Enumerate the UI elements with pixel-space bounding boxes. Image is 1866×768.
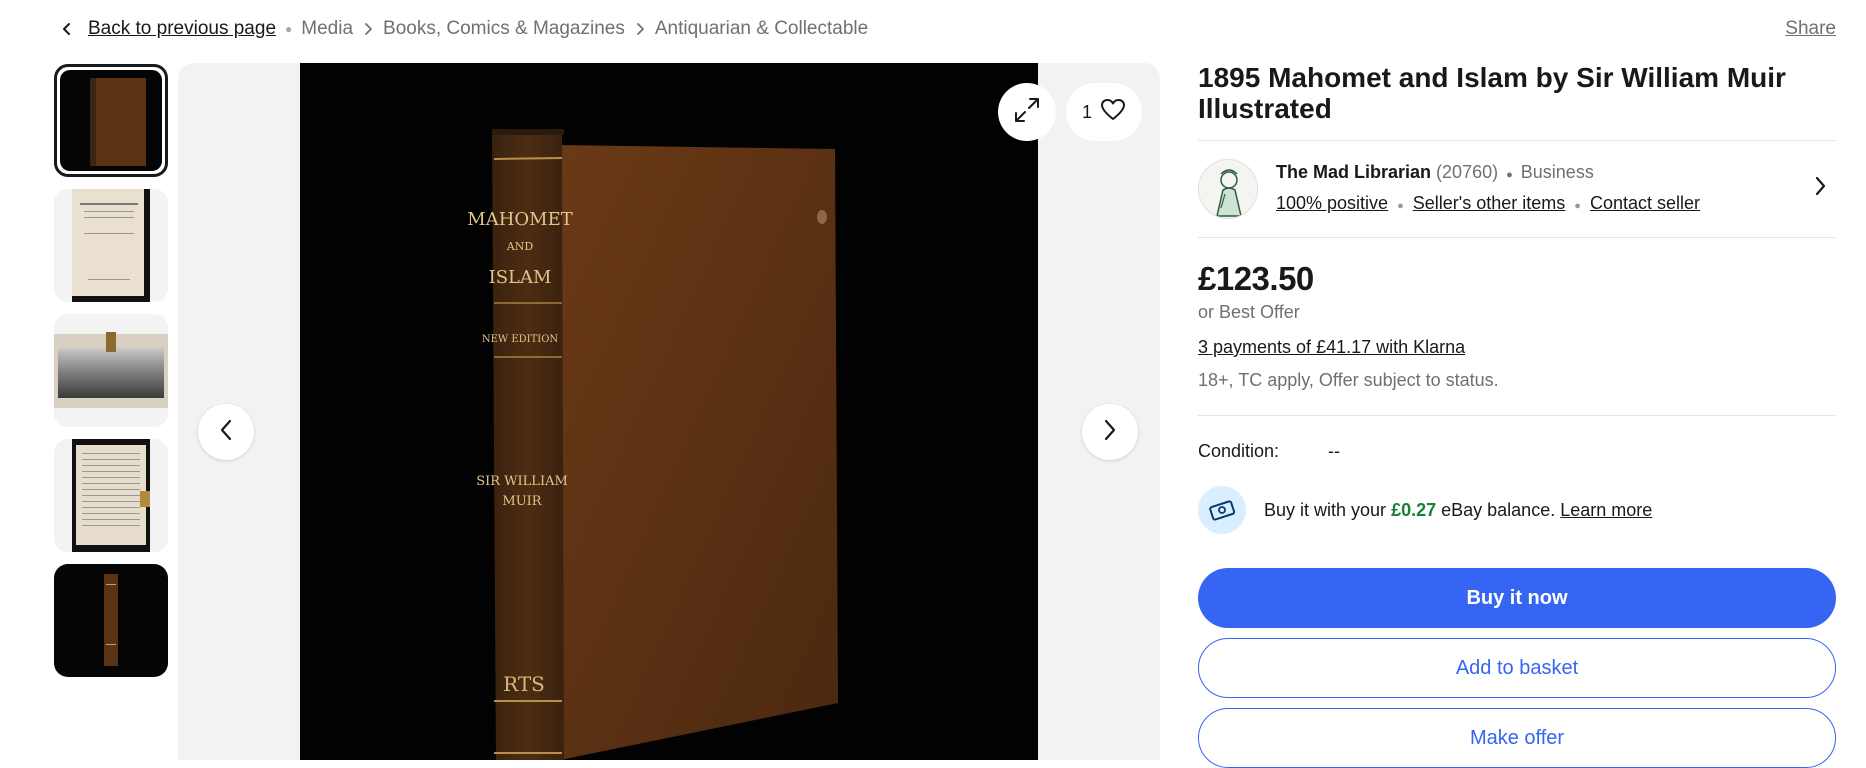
thumbnail-4[interactable] (54, 439, 168, 552)
thumbnail-3[interactable] (54, 314, 168, 427)
listing-details: 1895 Mahomet and Islam by Sir William Mu… (1198, 60, 1836, 768)
previous-image-button[interactable] (198, 404, 254, 460)
condition-row: Condition: -- (1198, 416, 1836, 486)
balance-prefix: Buy it with your (1264, 499, 1387, 520)
breadcrumb-antiquarian-collectable[interactable]: Antiquarian & Collectable (655, 18, 868, 40)
make-offer-button[interactable]: Make offer (1198, 708, 1836, 768)
separator-dot: ● (1506, 169, 1513, 181)
divider (1198, 237, 1836, 238)
breadcrumb-dot: ● (285, 22, 293, 36)
seller-name[interactable]: The Mad Librarian (1276, 162, 1431, 182)
chevron-left-icon (54, 16, 80, 42)
spine-edition: NEW EDITION (482, 334, 559, 345)
main-product-image[interactable]: MAHOMET AND ISLAM NEW EDITION SIR WILLIA… (300, 63, 1038, 760)
klarna-link[interactable]: 3 payments of £41.17 with Klarna (1198, 337, 1836, 358)
back-link-label: Back to previous page (88, 18, 277, 39)
spine-title-line2: ISLAM (489, 267, 552, 288)
spine-author-line1: SIR WILLIAM (476, 474, 568, 489)
positive-feedback-link[interactable]: 100% positive (1276, 193, 1388, 213)
balance-card-icon (1198, 486, 1246, 534)
seller-avatar[interactable] (1198, 159, 1258, 219)
chevron-right-icon (635, 22, 645, 36)
klarna-terms: 18+, TC apply, Offer subject to status. (1198, 370, 1499, 390)
spine-title-line1: MAHOMET (467, 209, 572, 230)
breadcrumb-books-comics-magazines[interactable]: Books, Comics & Magazines (383, 18, 625, 40)
expand-image-button[interactable] (998, 83, 1056, 141)
balance-amount: £0.27 (1391, 499, 1437, 520)
thumbnail-2[interactable] (54, 189, 168, 302)
sellers-other-items-link[interactable]: Seller's other items (1413, 193, 1566, 213)
buy-it-now-button[interactable]: Buy it now (1198, 568, 1836, 628)
heart-icon (1100, 98, 1126, 127)
condition-label: Condition: (1198, 440, 1280, 461)
contact-seller-link[interactable]: Contact seller (1590, 193, 1700, 213)
seller-feedback-count: (20760) (1436, 162, 1499, 182)
chevron-right-icon (363, 22, 373, 36)
seller-info: The Mad Librarian (20760) ● Business 100… (1276, 158, 1700, 220)
balance-suffix: eBay balance. (1441, 499, 1556, 520)
chevron-right-icon (1103, 419, 1117, 446)
condition-value: -- (1328, 440, 1340, 461)
watch-count: 1 (1081, 101, 1092, 122)
next-image-button[interactable] (1082, 404, 1138, 460)
chevron-left-icon (219, 419, 233, 446)
breadcrumb-media[interactable]: Media (301, 18, 353, 40)
best-offer-text: or Best Offer (1198, 302, 1300, 322)
price: £123.50 (1198, 260, 1314, 297)
share-link[interactable]: Share (1785, 14, 1836, 44)
expand-icon (1013, 96, 1041, 129)
watch-button[interactable]: 1 (1066, 83, 1142, 141)
back-to-previous-page-link[interactable]: Back to previous page (54, 16, 276, 42)
seller-card: The Mad Librarian (20760) ● Business 100… (1198, 141, 1836, 237)
spine-author-line2: MUIR (502, 494, 542, 509)
seller-type: Business (1520, 162, 1594, 182)
ebay-balance-row: Buy it with your £0.27 eBay balance. Lea… (1198, 486, 1836, 534)
breadcrumb: Back to previous page ● Media Books, Com… (54, 14, 1836, 44)
separator-dot: ● (1574, 200, 1581, 212)
separator-dot: ● (1397, 200, 1404, 212)
spine-title-and: AND (506, 240, 534, 253)
thumbnail-strip (54, 64, 168, 689)
chevron-right-icon[interactable] (1814, 175, 1828, 202)
thumbnail-5[interactable] (54, 564, 168, 677)
spine-publisher-mark: RTS (503, 672, 545, 696)
learn-more-link[interactable]: Learn more (1560, 500, 1652, 520)
image-viewer: MAHOMET AND ISLAM NEW EDITION SIR WILLIA… (178, 63, 1160, 760)
thumbnail-1[interactable] (54, 64, 168, 177)
listing-title: 1895 Mahomet and Islam by Sir William Mu… (1198, 62, 1786, 124)
add-to-basket-button[interactable]: Add to basket (1198, 638, 1836, 698)
